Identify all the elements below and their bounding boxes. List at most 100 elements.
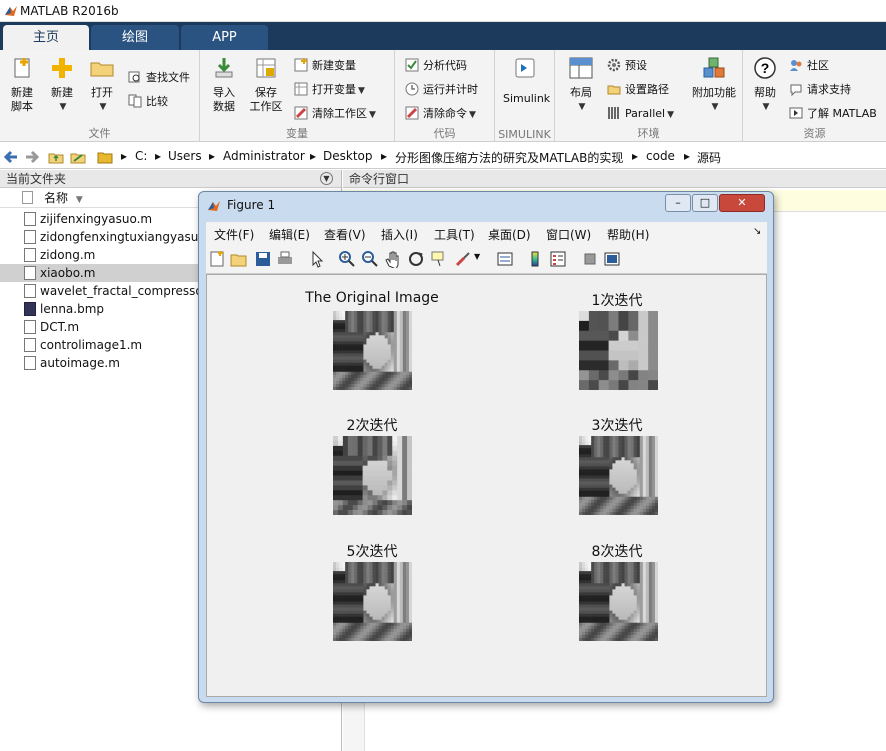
open-button[interactable]: 打开 ▼ xyxy=(80,56,124,114)
browse-folder-icon[interactable] xyxy=(70,149,86,165)
new-script-button[interactable]: 新建 脚本 xyxy=(0,56,44,114)
open-variable-button[interactable]: 打开变量 ▼ xyxy=(294,80,365,100)
run-and-time-icon xyxy=(405,82,419,96)
file-type-column-icon xyxy=(22,191,33,204)
m-file-icon xyxy=(24,230,36,244)
m-file-icon xyxy=(24,266,36,280)
legend-icon[interactable] xyxy=(549,250,567,268)
new-variable-button[interactable]: 新建变量 xyxy=(294,56,356,76)
breadcrumb-item[interactable]: Administrator xyxy=(223,149,305,163)
clear-commands-button[interactable]: 清除命令 ▼ xyxy=(405,104,476,124)
group-label-simulink: SIMULINK xyxy=(498,128,551,141)
close-button[interactable]: ✕ xyxy=(719,194,765,212)
brush-icon[interactable] xyxy=(454,250,472,268)
parallel-button[interactable]: Parallel ▼ xyxy=(607,104,674,124)
hide-plot-tools-icon[interactable] xyxy=(581,250,599,268)
figure-window[interactable]: Figure 1 – □ ✕ 文件(F) 编辑(E) 查看(V) 插入(I) 工… xyxy=(198,191,774,703)
help-button[interactable]: ? 帮助 ▼ xyxy=(743,56,787,114)
menu-edit[interactable]: 编辑(E) xyxy=(269,226,310,243)
print-icon[interactable] xyxy=(276,250,294,268)
zoom-out-icon[interactable] xyxy=(361,250,379,268)
set-path-button[interactable]: 设置路径 xyxy=(607,80,669,100)
menu-tools[interactable]: 工具(T) xyxy=(434,226,475,243)
import-label-1: 导入 xyxy=(213,86,235,99)
forward-arrow-icon[interactable] xyxy=(24,149,40,165)
parallel-label: Parallel xyxy=(625,107,666,120)
command-window-title: 命令行窗口 xyxy=(343,170,886,188)
preferences-button[interactable]: 预设 xyxy=(607,56,647,76)
open-variable-label: 打开变量 xyxy=(312,83,356,96)
menu-view[interactable]: 查看(V) xyxy=(324,226,366,243)
clear-workspace-button[interactable]: 清除工作区 ▼ xyxy=(294,104,376,124)
file-name: autoimage.m xyxy=(40,356,120,370)
breadcrumb-item[interactable]: Users xyxy=(168,149,202,163)
app-titlebar: MATLAB R2016b xyxy=(0,0,886,22)
save-workspace-button[interactable]: 保存 工作区 xyxy=(244,56,288,114)
find-files-icon xyxy=(128,71,140,83)
run-and-time-button[interactable]: 运行并计时 xyxy=(405,80,478,100)
subplot-title: 3次迭代 xyxy=(591,418,643,434)
request-support-button[interactable]: 请求支持 xyxy=(789,80,851,100)
minimize-button[interactable]: – xyxy=(665,194,691,212)
breadcrumb-item[interactable]: C: xyxy=(135,149,147,163)
menu-help[interactable]: 帮助(H) xyxy=(607,226,649,243)
save-workspace-label-2: 工作区 xyxy=(249,100,283,113)
menu-file[interactable]: 文件(F) xyxy=(214,226,254,243)
tab-plots[interactable]: 绘图 xyxy=(91,25,179,50)
colorbar-icon[interactable] xyxy=(526,250,544,268)
new-figure-icon[interactable] xyxy=(208,250,226,268)
new-button[interactable]: 新建 ▼ xyxy=(40,56,84,114)
data-cursor-icon[interactable] xyxy=(430,250,448,268)
sort-chevron-icon: ▼ xyxy=(75,195,83,205)
pointer-arrow-icon[interactable] xyxy=(308,250,326,268)
maximize-button[interactable]: □ xyxy=(692,194,718,212)
figure-canvas[interactable]: The Original Image 1次迭代 2次迭代 3次迭代 5次迭代 8… xyxy=(206,274,767,697)
m-file-icon xyxy=(24,248,36,262)
m-file-icon xyxy=(24,338,36,352)
save-icon[interactable] xyxy=(254,250,272,268)
subplot-image xyxy=(579,436,658,515)
set-path-icon xyxy=(607,85,621,95)
run-and-time-label: 运行并计时 xyxy=(423,83,478,96)
back-arrow-icon[interactable] xyxy=(3,149,19,165)
breadcrumb-separator-icon: ▸ xyxy=(121,149,128,163)
compare-button[interactable]: 比较 xyxy=(128,92,168,112)
zoom-in-icon[interactable] xyxy=(338,250,356,268)
breadcrumb-separator-icon: ▸ xyxy=(632,149,639,163)
find-files-button[interactable]: 查找文件 xyxy=(128,68,190,88)
breadcrumb-item[interactable]: 分形图像压缩方法的研究及MATLAB的实现 xyxy=(395,149,623,166)
file-name: wavelet_fractal_compressor.m xyxy=(40,284,223,298)
simulink-button[interactable]: Simulink xyxy=(503,56,550,106)
ribbon-group-environment: 布局 ▼ 预设 设置路径 Parallel ▼ 附加功能 ▼ 环境 xyxy=(555,50,743,142)
breadcrumb-item[interactable]: 源码 xyxy=(697,149,721,166)
panel-actions-chevron-icon[interactable]: ▼ xyxy=(320,172,333,185)
addons-button[interactable]: 附加功能 ▼ xyxy=(689,56,739,114)
breadcrumb-item[interactable]: Desktop xyxy=(323,149,373,163)
group-label-code: 代码 xyxy=(433,127,456,140)
pan-hand-icon[interactable] xyxy=(384,250,402,268)
link-plot-icon[interactable] xyxy=(496,250,514,268)
tab-apps[interactable]: APP xyxy=(181,25,268,50)
menu-dock-arrow-icon[interactable]: ↘ xyxy=(753,226,761,237)
analyze-code-button[interactable]: 分析代码 xyxy=(405,56,467,76)
rotate-3d-icon[interactable] xyxy=(407,250,425,268)
menu-desktop[interactable]: 桌面(D) xyxy=(488,226,531,243)
menu-window[interactable]: 窗口(W) xyxy=(546,226,591,243)
address-bar: ▸ C: ▸ Users ▸ Administrator ▸ Desktop ▸… xyxy=(0,145,886,169)
up-folder-icon[interactable] xyxy=(48,149,64,165)
subplot-image xyxy=(579,562,658,641)
import-data-button[interactable]: 导入 数据 xyxy=(202,56,246,114)
learn-matlab-button[interactable]: 了解 MATLAB xyxy=(789,104,877,124)
new-variable-icon xyxy=(294,58,308,72)
show-plot-tools-icon[interactable] xyxy=(603,250,621,268)
layout-button[interactable]: 布局 ▼ xyxy=(559,56,603,114)
addons-cubes-icon xyxy=(703,57,725,78)
breadcrumb-item[interactable]: code xyxy=(646,149,675,163)
brush-dropdown-chevron-icon[interactable]: ▼ xyxy=(474,252,480,261)
open-file-icon[interactable] xyxy=(230,250,248,268)
gear-icon xyxy=(607,58,621,72)
tab-home[interactable]: 主页 xyxy=(3,25,89,50)
menu-insert[interactable]: 插入(I) xyxy=(381,226,418,243)
community-button[interactable]: 社区 xyxy=(789,56,829,76)
community-label: 社区 xyxy=(807,59,829,72)
